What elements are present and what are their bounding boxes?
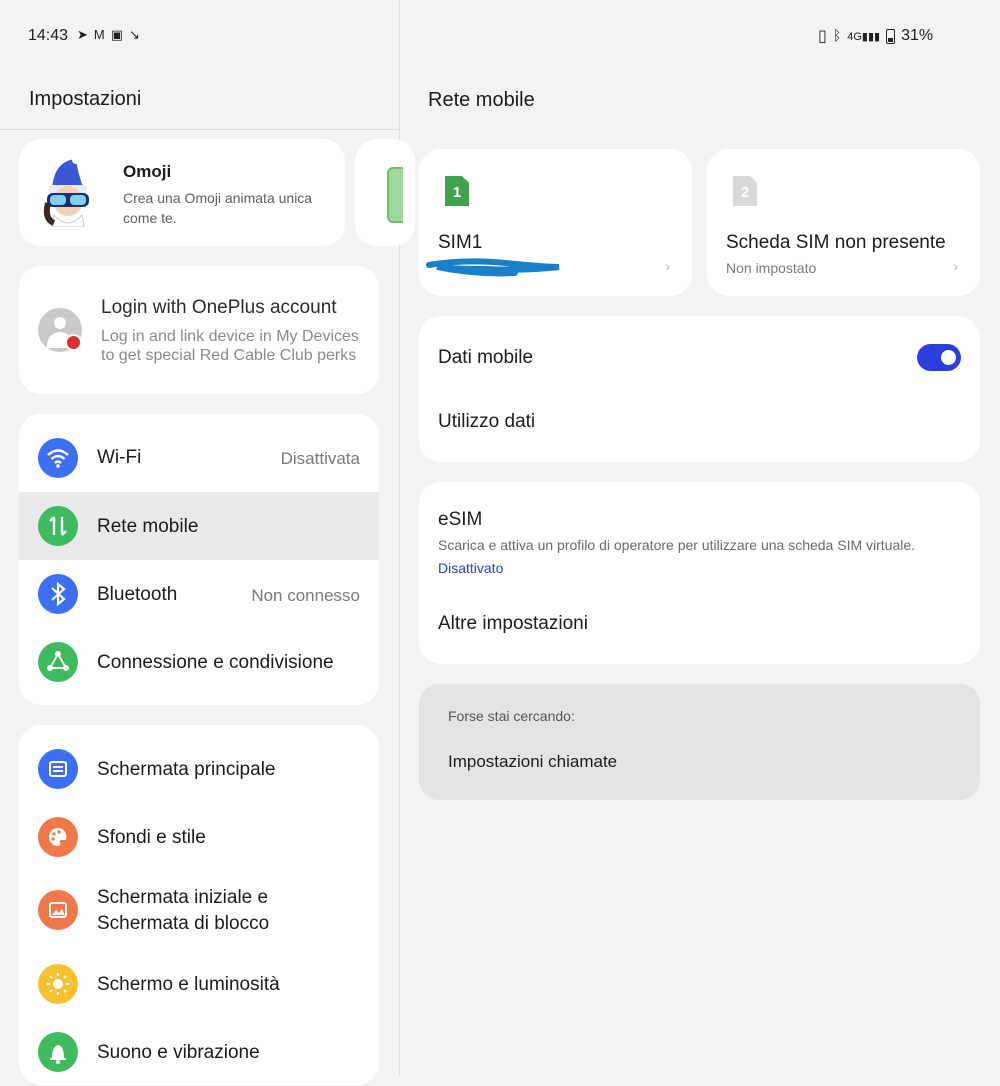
sound-icon — [38, 1032, 78, 1072]
lock-screen-icon — [38, 890, 78, 930]
share-icon — [38, 642, 78, 682]
vibrate-icon: ▯ — [818, 28, 827, 45]
dati-mobile-label: Dati mobile — [438, 347, 534, 368]
telegram-icon: ➤ — [77, 27, 94, 42]
notification-icons: ➤M▣↘ — [77, 27, 146, 43]
page-title: Impostazioni — [29, 88, 142, 110]
dati-mobile-row[interactable]: Dati mobile — [419, 330, 980, 386]
sidebar-item-wifi[interactable]: Wi-Fi Disattivata — [19, 424, 379, 492]
sidebar-item-label: Schermata principale — [97, 759, 276, 780]
chevron-right-icon: › — [953, 258, 958, 274]
sidebar-item-suono[interactable]: Suono e vibrazione — [19, 1018, 379, 1076]
sidebar-item-bluetooth[interactable]: Bluetooth Non connesso — [19, 560, 379, 628]
wifi-icon — [38, 438, 78, 478]
redacted-number-scribble — [426, 258, 560, 277]
next-banner-preview — [387, 167, 403, 223]
omoji-title: Omoji — [123, 162, 172, 181]
sim1-card[interactable]: 1 SIM1 › — [419, 149, 692, 296]
gmail-icon: M — [93, 27, 111, 42]
suggestions-card — [419, 684, 980, 800]
sim1-name: SIM1 — [438, 232, 483, 253]
omoji-avatar-icon — [43, 157, 89, 227]
sim2-card[interactable]: 2 Scheda SIM non presente Non impostato … — [707, 149, 980, 296]
home-screen-icon — [38, 749, 78, 789]
wifi-status: Disattivata — [280, 449, 360, 468]
sidebar-item-schermata-blocco[interactable]: Schermata iniziale e Schermata di blocco — [19, 871, 379, 951]
system-status: ▯ ᛒ 4G▮▮▮ 31% — [818, 26, 933, 46]
signal-4g-icon: 4G▮▮▮ — [847, 30, 881, 43]
esim-status: Disattivato — [438, 560, 504, 576]
altre-impostazioni-label: Altre impostazioni — [438, 613, 588, 634]
battery-level: 31% — [901, 27, 934, 44]
dati-mobile-toggle[interactable] — [917, 344, 961, 371]
chevron-right-icon: › — [665, 258, 670, 274]
missed-call-icon: ↘ — [129, 27, 146, 42]
esim-description: Scarica e attiva un profilo di operatore… — [438, 537, 916, 553]
bluetooth-icon: ᛒ — [832, 28, 842, 44]
notification-dot — [65, 334, 82, 351]
sidebar-item-rete-mobile[interactable]: Rete mobile — [19, 492, 379, 560]
sidebar-item-label: Sfondi e stile — [97, 827, 206, 848]
sim2-name: Scheda SIM non presente — [726, 232, 946, 253]
omoji-description: Crea una Omoji animata unica come te. — [123, 190, 313, 226]
suggestion-item[interactable]: Impostazioni chiamate — [448, 752, 617, 772]
status-time: 14:43 — [28, 27, 69, 44]
sidebar-item-label: Suono e vibrazione — [97, 1042, 260, 1063]
login-title: Login with OnePlus account — [101, 297, 337, 318]
palette-icon — [38, 817, 78, 857]
sidebar-item-label: Connessione e condivisione — [97, 652, 334, 673]
sidebar-item-schermata-principale[interactable]: Schermata principale — [19, 735, 379, 803]
utilizzo-dati-label: Utilizzo dati — [438, 411, 536, 432]
sidebar-item-label: Schermata iniziale e — [97, 887, 269, 908]
login-description: Log in and link device in My Devices to … — [101, 328, 359, 364]
sidebar-item-label-line2: Schermata di blocco — [97, 913, 270, 934]
esim-title: eSIM — [438, 509, 483, 530]
next-banner-card[interactable] — [355, 139, 415, 246]
altre-impostazioni-row[interactable]: Altre impostazioni — [419, 594, 980, 654]
sim-1-icon: 1 — [445, 176, 469, 206]
detail-title: Rete mobile — [428, 89, 535, 111]
mobile-data-icon — [38, 506, 78, 546]
sidebar-item-schermo[interactable]: Schermo e luminosità — [19, 950, 379, 1018]
sidebar-item-label: Rete mobile — [97, 516, 199, 537]
sidebar-item-sfondi[interactable]: Sfondi e stile — [19, 803, 379, 871]
sidebar-item-label: Schermo e luminosità — [97, 974, 280, 995]
battery-icon — [886, 28, 896, 44]
bluetooth-icon — [38, 574, 78, 614]
bluetooth-status: Non connesso — [251, 586, 360, 605]
sidebar-item-label: Bluetooth — [97, 584, 178, 605]
sidebar-item-label: Wi-Fi — [97, 447, 142, 468]
sim2-status: Non impostato — [726, 260, 817, 276]
brightness-icon — [38, 964, 78, 1004]
sim-2-icon: 2 — [733, 176, 757, 206]
header-divider — [0, 129, 399, 130]
sidebar-item-connessione[interactable]: Connessione e condivisione — [19, 628, 379, 696]
utilizzo-dati-row[interactable]: Utilizzo dati — [419, 392, 980, 452]
media-icon: ▣ — [110, 27, 130, 42]
suggestions-label: Forse stai cercando: — [448, 708, 575, 724]
